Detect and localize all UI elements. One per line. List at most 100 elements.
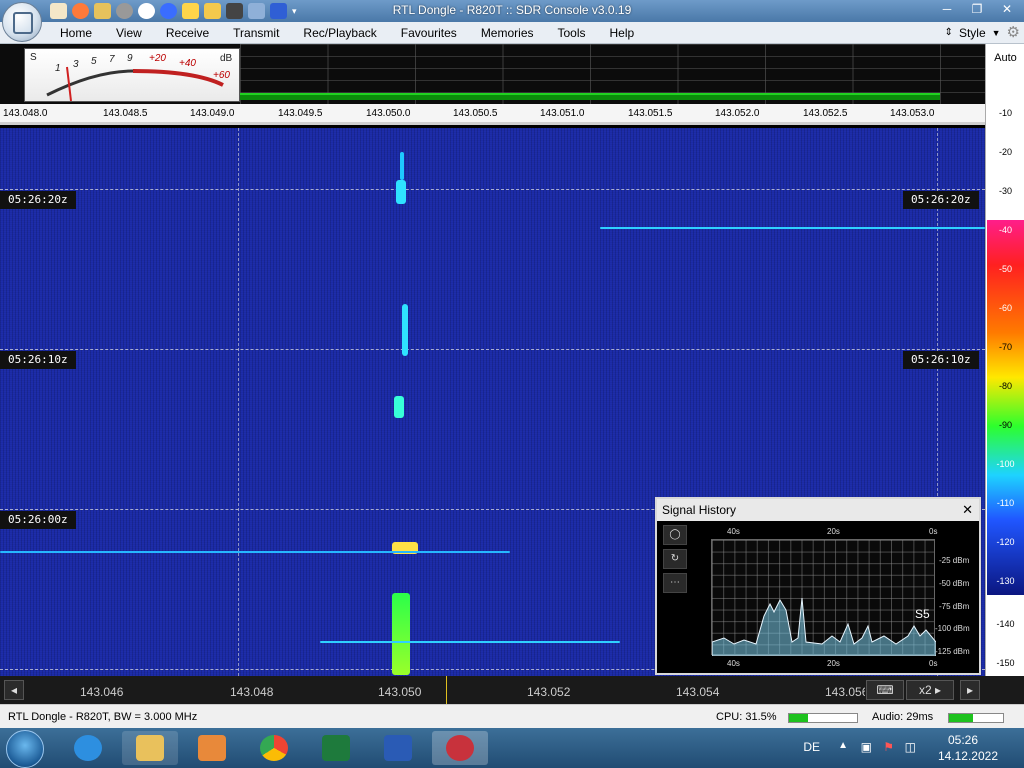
signal-history-title: Signal History — [662, 503, 737, 517]
frequency-navigator[interactable]: ◂ 143.046 143.048 143.050 143.052 143.05… — [0, 676, 1024, 704]
maximize-button[interactable]: ❐ — [964, 0, 990, 18]
tab-tools[interactable]: Tools — [546, 22, 598, 44]
s-meter-arc — [46, 66, 224, 102]
sdr-console-icon — [446, 735, 474, 761]
spectrum-display[interactable]: S dB 1 3 5 7 9 +20 +40 +60 — [0, 44, 985, 104]
freq-tick: 143.049.0 — [190, 108, 235, 119]
scroll-left-button[interactable]: ◂ — [4, 680, 24, 700]
signal-history-tools: ◯ ↻ ⋯ — [663, 525, 687, 593]
tab-rec-playback[interactable]: Rec/Playback — [291, 22, 388, 44]
word-taskbar-button[interactable] — [370, 731, 426, 765]
nav-freq-label: 143.048 — [230, 685, 274, 699]
db-tick: -70 — [998, 342, 1012, 352]
clock-time[interactable]: 05:26 — [948, 733, 978, 747]
history-y-label: -100 dBm — [935, 624, 970, 633]
history-y-label: -25 dBm — [939, 556, 970, 565]
tab-favourites[interactable]: Favourites — [389, 22, 469, 44]
sdr-console-taskbar-button[interactable] — [432, 731, 488, 765]
audio-label: Audio: 29ms — [872, 711, 934, 723]
word-icon — [384, 735, 412, 761]
cpu-label: CPU: 31.5% — [716, 711, 777, 723]
waterfall-marker-line — [238, 128, 239, 676]
freq-tick: 143.051.5 — [628, 108, 673, 119]
sdr-console-window: ▾ RTL Dongle - R820T :: SDR Console v3.0… — [0, 0, 1024, 768]
audio-meter-fill — [949, 714, 974, 722]
signal-trace — [320, 641, 620, 643]
language-indicator[interactable]: DE — [803, 740, 820, 754]
updown-icon: ⇕ — [944, 27, 953, 38]
zoom-button[interactable]: x2 ▸ — [906, 680, 954, 700]
db-tick: -40 — [998, 225, 1012, 235]
freq-tick: 143.048.0 — [3, 108, 48, 119]
title-bar: ▾ RTL Dongle - R820T :: SDR Console v3.0… — [0, 0, 1024, 22]
db-tick: -100 — [996, 459, 1015, 469]
status-bar: RTL Dongle - R820T, BW = 3.000 MHz CPU: … — [0, 704, 1024, 728]
show-hidden-icons[interactable]: ▲ — [838, 740, 848, 751]
scroll-right-button[interactable]: ▸ — [960, 680, 980, 700]
keyboard-button[interactable]: ⌨ — [866, 680, 904, 700]
nav-freq-label: 143.052 — [527, 685, 571, 699]
window-controls: ─ ❐ ✕ — [934, 0, 1020, 18]
waterfall-time-line — [0, 189, 985, 190]
close-button[interactable]: ✕ — [994, 0, 1020, 18]
freq-tick: 143.052.5 — [803, 108, 848, 119]
tab-help[interactable]: Help — [598, 22, 647, 44]
tab-receive[interactable]: Receive — [154, 22, 221, 44]
network-icon[interactable]: ▣ — [861, 740, 872, 754]
signal-history-s-reading: S5 — [915, 607, 930, 621]
freq-tick: 143.051.0 — [540, 108, 585, 119]
db-tick: -30 — [998, 186, 1012, 196]
style-selector[interactable]: ⇕ Style ▼ ⚙ — [945, 22, 1020, 44]
app-logo-icon — [13, 12, 33, 34]
signal-trace — [396, 180, 406, 204]
signal-trace — [392, 593, 410, 675]
internet-explorer-taskbar-button[interactable] — [60, 731, 116, 765]
s-meter: S dB 1 3 5 7 9 +20 +40 +60 — [24, 48, 240, 102]
time-label: 05:26:10z — [903, 351, 979, 369]
cpu-meter-fill — [789, 714, 809, 722]
folder-icon — [136, 735, 164, 761]
tab-memories[interactable]: Memories — [469, 22, 546, 44]
db-tick: -60 — [998, 303, 1012, 313]
freq-tick: 143.048.5 — [103, 108, 148, 119]
audio-meter — [948, 713, 1004, 723]
freq-tick: 143.053.0 — [890, 108, 935, 119]
spectrum-trace — [240, 93, 940, 95]
explorer-taskbar-button[interactable] — [122, 731, 178, 765]
frequency-scale[interactable]: 143.048.0 143.048.5 143.049.0 143.049.5 … — [0, 104, 985, 125]
signal-history-header: Signal History ✕ — [657, 499, 979, 521]
signal-trace — [0, 551, 510, 553]
freq-tick: 143.050.5 — [453, 108, 498, 119]
time-label: 05:26:20z — [0, 191, 76, 209]
reset-button[interactable]: ↻ — [663, 549, 687, 569]
window-title: RTL Dongle - R820T :: SDR Console v3.0.1… — [392, 3, 632, 17]
gear-icon[interactable]: ⚙ — [1007, 22, 1020, 44]
db-scale[interactable]: Auto -10 -20 -30 -40 -50 -60 -70 -80 -90… — [985, 44, 1024, 676]
nav-freq-label: 143.056 — [825, 685, 865, 699]
time-label: 05:26:10z — [0, 351, 76, 369]
minimize-button[interactable]: ─ — [934, 0, 960, 18]
tab-view[interactable]: View — [104, 22, 154, 44]
db-tick: -10 — [998, 108, 1012, 118]
clock-date[interactable]: 14.12.2022 — [938, 749, 998, 763]
start-button[interactable] — [6, 730, 44, 768]
waterfall-time-line — [0, 349, 985, 350]
volume-icon[interactable]: ◫ — [905, 740, 916, 754]
flag-icon[interactable]: ⚑ — [883, 740, 894, 754]
history-time-label: 0s — [929, 527, 938, 536]
more-button[interactable]: ⋯ — [663, 573, 687, 593]
excel-taskbar-button[interactable] — [308, 731, 364, 765]
history-time-label: 20s — [827, 659, 840, 668]
db-tick: -80 — [998, 381, 1012, 391]
zoom-label: x2 — [918, 683, 932, 697]
application-menu-button[interactable] — [2, 2, 42, 42]
tab-transmit[interactable]: Transmit — [221, 22, 291, 44]
chrome-taskbar-button[interactable] — [246, 731, 302, 765]
media-player-taskbar-button[interactable] — [184, 731, 240, 765]
record-button[interactable]: ◯ — [663, 525, 687, 545]
tab-home[interactable]: Home — [48, 22, 104, 44]
freq-tick: 143.052.0 — [715, 108, 760, 119]
close-icon[interactable]: ✕ — [962, 499, 973, 521]
history-time-label: 40s — [727, 527, 740, 536]
auto-button[interactable]: Auto — [986, 52, 1024, 64]
